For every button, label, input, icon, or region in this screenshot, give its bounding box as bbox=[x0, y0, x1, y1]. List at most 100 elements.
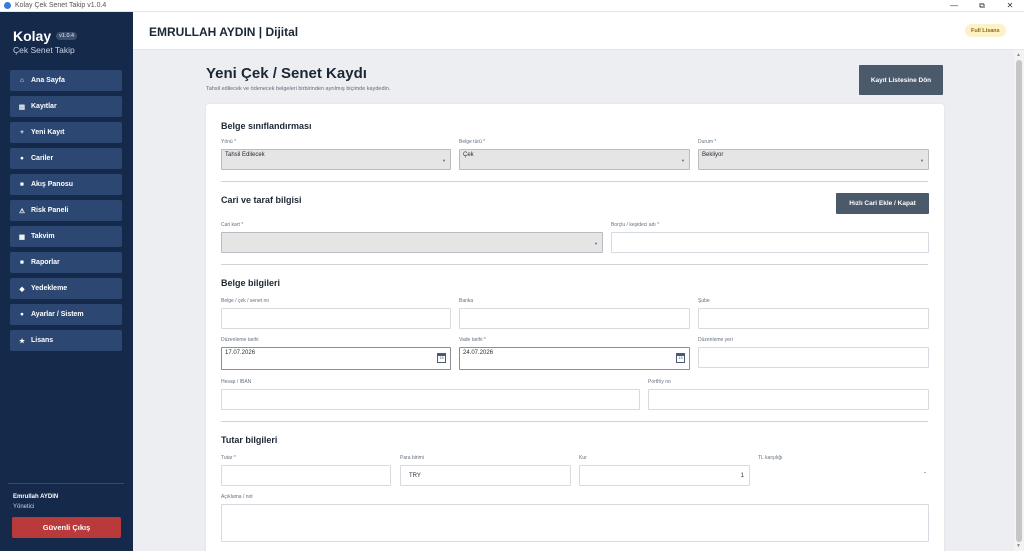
section-title-document: Belge bilgileri bbox=[221, 278, 281, 288]
sidebar-item-label: Kayıtlar bbox=[31, 103, 57, 110]
chevron-down-icon: ▼ bbox=[681, 158, 685, 163]
type-label: Belge türü * bbox=[459, 139, 486, 145]
section-divider bbox=[221, 181, 928, 182]
sidebar-item-8[interactable]: ■ Raporlar bbox=[10, 252, 122, 273]
tl-equivalent-value: - bbox=[924, 470, 926, 476]
debtor-label: Borçlu / keşideci adı * bbox=[611, 222, 660, 228]
window-controls: — ⧉ ✕ bbox=[940, 0, 1024, 12]
backup-icon: ◆ bbox=[19, 285, 25, 293]
plus-icon: + bbox=[20, 129, 24, 136]
sidebar-divider bbox=[8, 483, 124, 484]
direction-select[interactable]: Tahsil Edilecek ▼ bbox=[221, 149, 451, 170]
direction-value: Tahsil Edilecek bbox=[225, 152, 265, 158]
sidebar-item-label: Takvim bbox=[31, 233, 55, 240]
portfolio-input[interactable] bbox=[648, 389, 929, 410]
page-subtitle: Tahsil edilecek ve ödenecek belgeleri bi… bbox=[206, 86, 391, 92]
quick-account-button[interactable]: Hızlı Cari Ekle / Kapat bbox=[836, 193, 929, 214]
flow-icon: ■ bbox=[20, 181, 24, 188]
sidebar-item-1[interactable]: ⌂ Ana Sayfa bbox=[10, 70, 122, 91]
warning-icon: ⚠ bbox=[19, 207, 25, 215]
sidebar-item-label: Risk Paneli bbox=[31, 207, 69, 214]
main-content: Yeni Çek / Senet Kaydı Tahsil edilecek v… bbox=[133, 50, 1014, 551]
sidebar-item-4[interactable]: ● Cariler bbox=[10, 148, 122, 169]
sidebar-item-9[interactable]: ◆ Yedekleme bbox=[10, 278, 122, 299]
calendar-icon: ▦ bbox=[18, 233, 26, 241]
restore-icon[interactable]: ⧉ bbox=[968, 0, 996, 12]
license-badge: Full Lisans bbox=[965, 24, 1006, 37]
doc-number-label: Belge / çek / senet no bbox=[221, 298, 270, 304]
issue-date-input[interactable]: 17.07.2026 15 bbox=[221, 347, 451, 370]
section-title-classification: Belge sınıflandırması bbox=[221, 121, 312, 131]
chevron-down-icon: ▼ bbox=[442, 158, 446, 163]
portfolio-label: Portföy no bbox=[648, 379, 671, 385]
sidebar-item-6[interactable]: ⚠ Risk Paneli bbox=[10, 200, 122, 221]
version-badge: v1.0.4 bbox=[56, 32, 78, 40]
user-role: Yönetici bbox=[13, 504, 35, 510]
brand-name: Kolay bbox=[13, 28, 52, 44]
section-divider bbox=[221, 421, 928, 422]
branch-input[interactable] bbox=[698, 308, 929, 329]
minimize-icon[interactable]: — bbox=[940, 0, 968, 12]
bank-input[interactable] bbox=[459, 308, 690, 329]
currency-input[interactable]: TRY bbox=[400, 465, 571, 486]
status-label: Durum * bbox=[698, 139, 717, 145]
sidebar-item-label: Ayarlar / Sistem bbox=[31, 311, 84, 318]
due-date-value: 24.07.2026 bbox=[463, 350, 494, 356]
form-card: Belge sınıflandırması Yönü * Tahsil Edil… bbox=[206, 104, 944, 551]
window-titlebar: Kolay Çek Senet Takip v1.0.4 — ⧉ ✕ bbox=[0, 0, 1024, 12]
currency-label: Para birimi bbox=[400, 455, 424, 461]
top-header: EMRULLAH AYDIN | Dijital Full Lisans bbox=[133, 12, 1024, 50]
iban-input[interactable] bbox=[221, 389, 640, 410]
record-list-button[interactable]: Kayıt Listesine Dön bbox=[859, 65, 943, 95]
logout-button[interactable]: Güvenli Çıkış bbox=[12, 517, 121, 538]
scrollbar-thumb[interactable] bbox=[1016, 60, 1022, 542]
section-title-amount: Tutar bilgileri bbox=[221, 435, 278, 445]
iban-label: Hesap / IBAN bbox=[221, 379, 252, 385]
debtor-input[interactable] bbox=[611, 232, 929, 253]
issue-place-input[interactable] bbox=[698, 347, 929, 368]
calendar-icon[interactable]: 15 bbox=[676, 353, 685, 363]
bank-label: Banka bbox=[459, 298, 474, 304]
amount-input[interactable] bbox=[221, 465, 391, 486]
records-icon: ▤ bbox=[18, 103, 26, 111]
sidebar-item-3[interactable]: + Yeni Kayıt bbox=[10, 122, 122, 143]
doc-number-input[interactable] bbox=[221, 308, 451, 329]
scrollbar[interactable]: ▲ ▼ bbox=[1014, 50, 1024, 551]
accounts-icon: ● bbox=[20, 155, 24, 162]
issue-date-label: Düzenleme tarihi bbox=[221, 337, 259, 343]
rate-input[interactable]: 1 bbox=[579, 465, 750, 486]
page-title: Yeni Çek / Senet Kaydı bbox=[206, 65, 367, 82]
home-icon: ⌂ bbox=[20, 77, 24, 84]
close-icon[interactable]: ✕ bbox=[996, 0, 1024, 12]
branch-label: Şube bbox=[698, 298, 710, 304]
sidebar-item-10[interactable]: ● Ayarlar / Sistem bbox=[10, 304, 122, 325]
window-title: Kolay Çek Senet Takip v1.0.4 bbox=[15, 2, 107, 9]
app-icon bbox=[4, 2, 11, 9]
user-name: Emrullah AYDIN bbox=[13, 494, 59, 500]
sidebar-item-7[interactable]: ▦ Takvim bbox=[10, 226, 122, 247]
note-textarea[interactable] bbox=[221, 504, 929, 542]
chevron-down-icon: ▼ bbox=[594, 241, 598, 246]
sidebar-item-2[interactable]: ▤ Kayıtlar bbox=[10, 96, 122, 117]
tl-equivalent-label: TL karşılığı bbox=[758, 455, 783, 461]
sidebar-item-5[interactable]: ■ Akış Panosu bbox=[10, 174, 122, 195]
header-title: EMRULLAH AYDIN | Dijital bbox=[149, 25, 299, 39]
scroll-up-icon[interactable]: ▲ bbox=[1016, 52, 1021, 58]
status-value: Bekliyor bbox=[702, 152, 724, 158]
due-date-input[interactable]: 24.07.2026 15 bbox=[459, 347, 690, 370]
sidebar: Kolay v1.0.4 Çek Senet Takip ⌂ Ana Sayfa ▤… bbox=[0, 12, 133, 551]
settings-icon: ● bbox=[20, 311, 24, 318]
issue-place-label: Düzenleme yeri bbox=[698, 337, 733, 343]
issue-date-value: 17.07.2026 bbox=[225, 350, 256, 356]
scroll-down-icon[interactable]: ▼ bbox=[1016, 543, 1021, 549]
calendar-icon[interactable]: 15 bbox=[437, 353, 446, 363]
sidebar-item-label: Cariler bbox=[31, 155, 54, 162]
section-title-party: Cari ve taraf bilgisi bbox=[221, 195, 302, 205]
brand-subtitle: Çek Senet Takip bbox=[13, 45, 75, 55]
sidebar-item-label: Yedekleme bbox=[31, 285, 68, 292]
sidebar-item-11[interactable]: ★ Lisans bbox=[10, 330, 122, 351]
status-select[interactable]: Bekliyor ▼ bbox=[698, 149, 929, 170]
type-select[interactable]: Çek ▼ bbox=[459, 149, 690, 170]
sidebar-item-label: Akış Panosu bbox=[31, 181, 74, 188]
account-select[interactable]: ▼ bbox=[221, 232, 603, 253]
